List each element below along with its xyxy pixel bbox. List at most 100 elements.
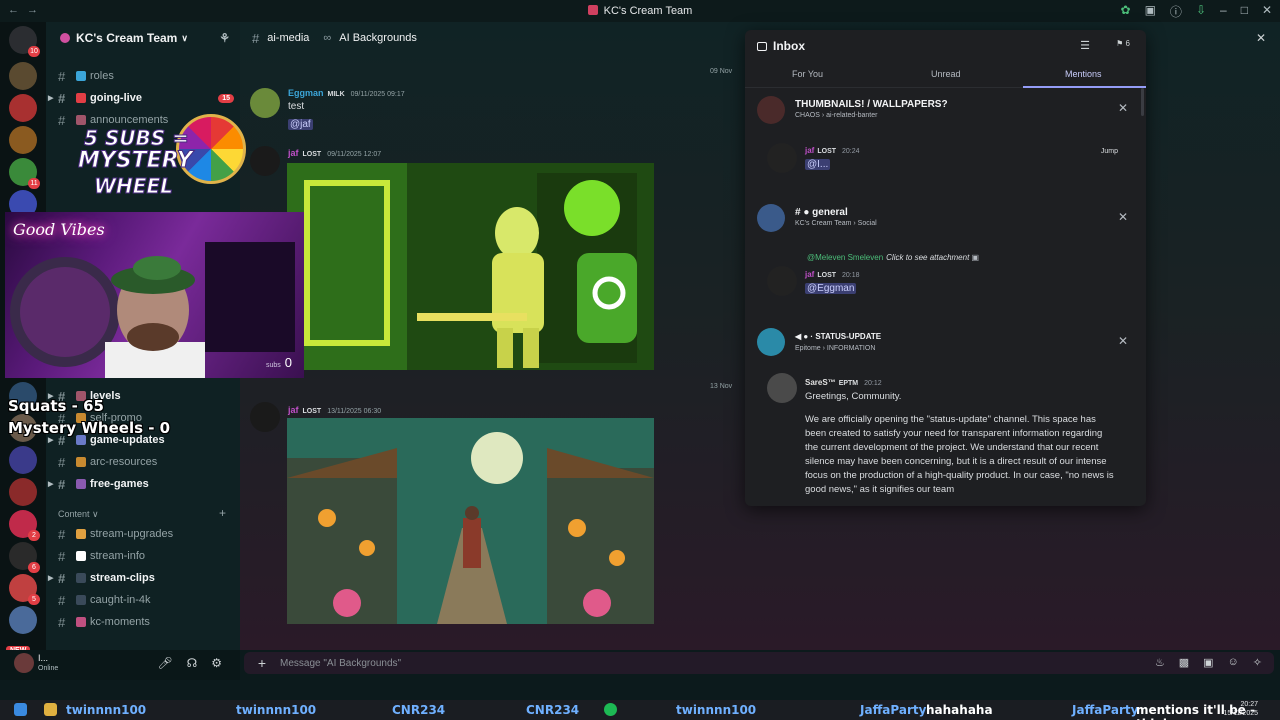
hash-icon: # <box>58 614 66 630</box>
gear-icon[interactable]: ⚙ <box>211 656 222 670</box>
unread-indicator: ▶ <box>48 481 54 488</box>
gif-icon[interactable]: ▩ <box>1179 656 1189 669</box>
avatar[interactable] <box>14 653 34 673</box>
leaf-icon[interactable]: ✿ <box>1121 3 1131 20</box>
tab-unread[interactable]: Unread <box>931 69 961 79</box>
filter-icon[interactable]: ☰ <box>1080 39 1090 52</box>
username: I... <box>38 653 49 663</box>
server-icon-12[interactable]: 5 <box>9 574 40 605</box>
hash-icon: # <box>58 68 66 84</box>
temple-image <box>287 418 654 624</box>
avatar[interactable] <box>250 88 280 118</box>
channel-going-live[interactable]: ▶ # going-live 15 <box>48 88 234 108</box>
server-icon-9[interactable] <box>9 478 37 506</box>
avatar[interactable] <box>767 143 797 173</box>
image-attachment[interactable] <box>287 163 654 370</box>
message-author[interactable]: SareS™ EPTM 20:12 <box>805 378 882 387</box>
message-author[interactable]: Eggman MILK 09/11/2025 09:17 <box>288 88 405 98</box>
headphones-icon[interactable]: ☊ <box>187 656 198 670</box>
avatar[interactable] <box>767 266 797 296</box>
tab-mentions[interactable]: Mentions <box>1065 69 1102 79</box>
file-explorer-icon[interactable] <box>44 703 57 716</box>
category-content[interactable]: Content ∨ <box>58 509 99 520</box>
server-icon <box>757 204 785 232</box>
spotify-icon[interactable] <box>604 703 617 716</box>
role-badge: LOST <box>817 272 837 279</box>
channel-label: arc-resources <box>90 456 158 468</box>
close-icon[interactable]: ✕ <box>1118 210 1128 224</box>
server-icon-8[interactable] <box>9 446 37 474</box>
message-author[interactable]: jaf LOST 13/11/2025 06:30 <box>288 405 381 415</box>
reply-preview[interactable]: @Meleven Smeleven Click to see attachment… <box>807 253 979 262</box>
server-icon-13[interactable] <box>9 606 37 634</box>
subs-counter: subs 0 <box>265 355 292 370</box>
gift-icon[interactable]: ♨ <box>1155 656 1165 669</box>
server-header[interactable]: KC's Cream Team ∨ ⚘ <box>46 22 240 54</box>
server-icon-1[interactable] <box>9 62 37 90</box>
emoji-icon[interactable]: ☺ <box>1228 656 1239 669</box>
channel-name[interactable]: ai-media <box>267 32 309 44</box>
unread-indicator: ▶ <box>48 95 54 102</box>
chat-ticker-message: hahahaha <box>926 703 993 717</box>
scrollbar[interactable] <box>1141 88 1144 116</box>
group-title[interactable]: # ● general <box>795 207 848 218</box>
add-attachment-icon[interactable]: + <box>244 655 280 671</box>
channel-stream-clips[interactable]: ▶ # stream-clips <box>48 568 234 588</box>
close-icon[interactable]: ✕ <box>1118 334 1128 348</box>
message-composer: + Message "AI Backgrounds" ♨ ▩ ▣ ☺ ✧ <box>244 652 1274 674</box>
avatar[interactable] <box>250 402 280 432</box>
channel-stream-upgrades[interactable]: # stream-upgrades <box>58 524 234 544</box>
close-thread-icon[interactable]: ✕ <box>1256 31 1266 45</box>
channel-free-games[interactable]: ▶ # free-games <box>48 474 234 494</box>
channel-roles[interactable]: # roles <box>58 66 234 86</box>
group-title[interactable]: THUMBNAILS! / WALLPAPERS? <box>795 99 948 110</box>
message-author[interactable]: jaf LOST 20:18 <box>805 270 860 279</box>
mention-count[interactable]: ⚑ 6 <box>1116 39 1130 48</box>
hash-icon: # <box>58 592 66 608</box>
help-icon[interactable]: ⓘ <box>1170 3 1182 20</box>
inbox-icon[interactable]: ▣ <box>1145 3 1156 20</box>
channel-stream-info[interactable]: # stream-info <box>58 546 234 566</box>
close-icon[interactable]: ✕ <box>1262 3 1272 20</box>
channel-emoji-icon <box>76 71 86 81</box>
minimize-icon[interactable]: – <box>1220 3 1227 20</box>
microphone-icon[interactable]: 🎤︎ <box>157 656 172 670</box>
maximize-icon[interactable]: □ <box>1241 3 1248 20</box>
server-icon-2[interactable] <box>9 94 37 122</box>
clock: 20:27 15/11/2025 <box>1223 701 1258 717</box>
server-icon-3[interactable] <box>9 126 37 154</box>
start-icon[interactable] <box>14 703 27 716</box>
add-channel-icon[interactable]: + <box>219 506 226 520</box>
download-icon[interactable]: ⇩ <box>1196 3 1206 20</box>
jump-button[interactable]: Jump <box>1101 148 1118 155</box>
channel-caught-in-4k[interactable]: # caught-in-4k <box>58 590 234 610</box>
channel-arc-resources[interactable]: # arc-resources <box>58 452 234 472</box>
apps-icon[interactable]: ✧ <box>1253 656 1262 669</box>
avatar[interactable] <box>767 373 797 403</box>
home-button[interactable]: 10 <box>9 26 40 57</box>
sticker-icon[interactable]: ▣ <box>1203 656 1213 669</box>
mystery-wheel-banner: 5 SUBS = MYSTERY WHEEL <box>78 126 194 199</box>
group-title[interactable]: ◀ ● · STATUS-UPDATE <box>795 332 881 341</box>
hash-icon: # <box>58 454 66 470</box>
server-icon-10[interactable]: 2 <box>9 510 40 541</box>
server-icon-11[interactable]: 6 <box>9 542 40 573</box>
role-badge: LOST <box>302 408 322 415</box>
mention[interactable]: @jaf <box>288 119 313 130</box>
message-author[interactable]: jaf LOST 09/11/2025 12:07 <box>288 148 381 158</box>
message-author[interactable]: jaf LOST 20:24 <box>805 146 860 155</box>
date-divider: 09 Nov <box>710 68 733 75</box>
server-icon-4[interactable]: 11 <box>9 158 40 189</box>
add-user-icon[interactable]: ⚘ <box>219 31 230 45</box>
image-attachment[interactable] <box>287 418 654 624</box>
close-icon[interactable]: ✕ <box>1118 101 1128 115</box>
avatar[interactable] <box>250 146 280 176</box>
channel-emoji-icon <box>76 551 86 561</box>
chat-ticker-message: twinnnn100 <box>66 703 147 717</box>
channel-kc-moments[interactable]: # kc-moments <box>58 612 234 632</box>
inbox-popover: Inbox ☰ ⚑ 6 For You Unread Mentions THUM… <box>745 30 1146 506</box>
tab-for-you[interactable]: For You <box>792 69 823 79</box>
message-input[interactable]: Message "AI Backgrounds" <box>280 658 401 669</box>
channel-emoji-icon <box>76 479 86 489</box>
channel-emoji-icon <box>76 93 86 103</box>
